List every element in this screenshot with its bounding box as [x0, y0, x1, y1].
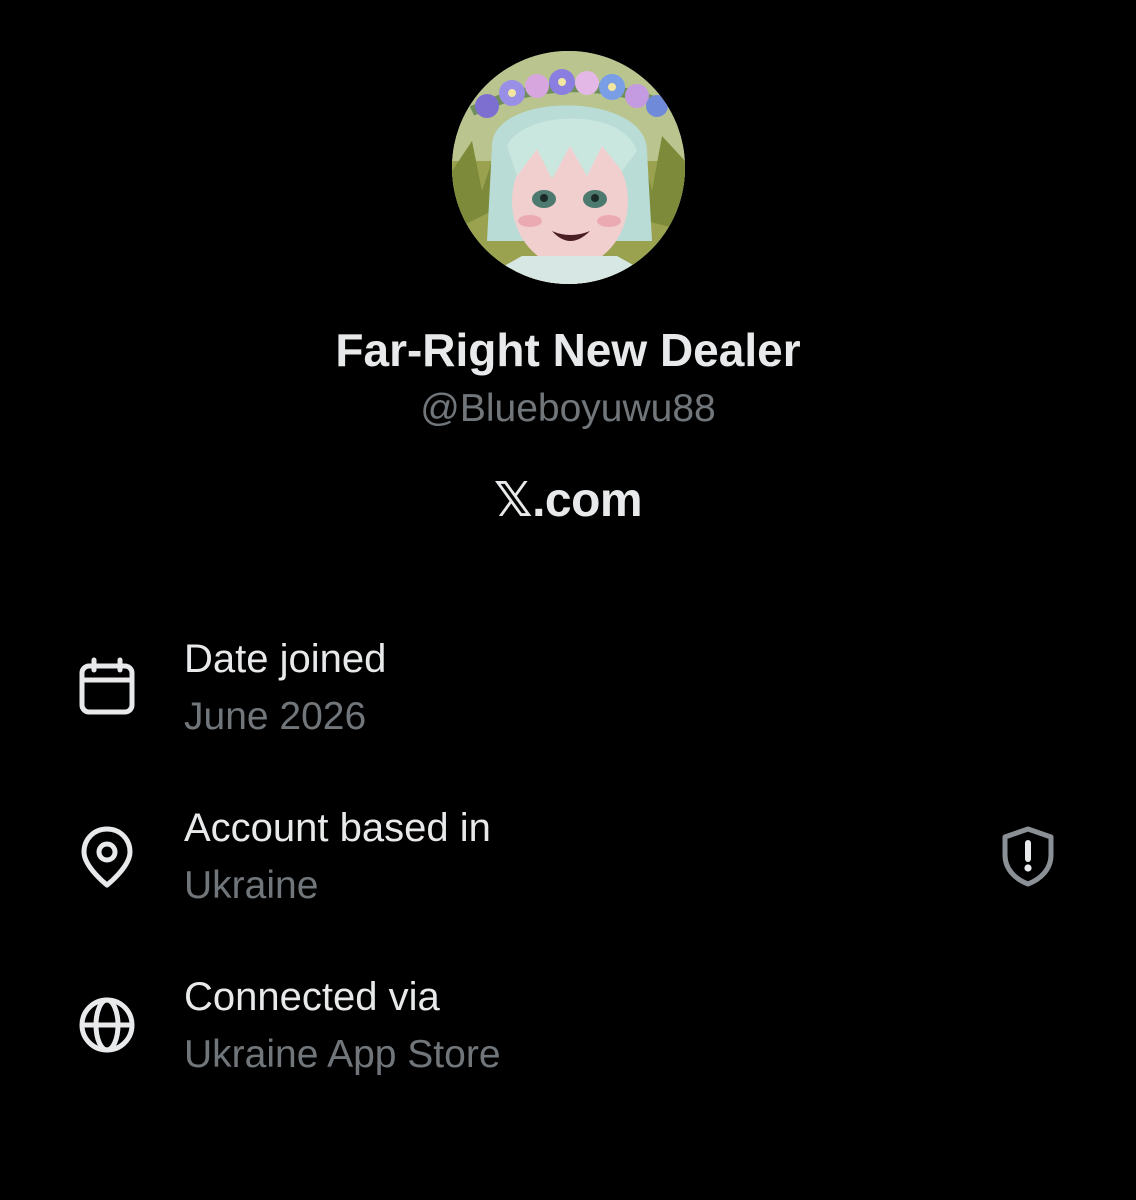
avatar-image — [452, 51, 685, 284]
connected-via-row: Connected via Ukraine App Store — [0, 972, 1136, 1102]
account-based-in-label: Account based in — [184, 806, 491, 850]
connected-via-label: Connected via — [184, 975, 440, 1019]
location-pin-icon — [81, 826, 133, 888]
shield-alert-icon[interactable] — [995, 823, 1061, 889]
connected-via-value: Ukraine App Store — [184, 1033, 501, 1076]
globe-icon — [79, 997, 135, 1053]
calendar-icon — [79, 657, 135, 715]
display-name: Far-Right New Dealer — [335, 324, 801, 376]
account-based-in-row: Account based in Ukraine — [0, 803, 1136, 933]
date-joined-label: Date joined — [184, 637, 387, 681]
date-joined-value: June 2026 — [184, 695, 367, 738]
date-joined-row: Date joined June 2026 — [0, 634, 1136, 764]
avatar[interactable] — [452, 51, 685, 284]
account-based-in-value: Ukraine — [184, 864, 319, 907]
user-handle: @Blueboyuwu88 — [420, 387, 716, 430]
site-label: 𝕏.com — [493, 474, 643, 527]
